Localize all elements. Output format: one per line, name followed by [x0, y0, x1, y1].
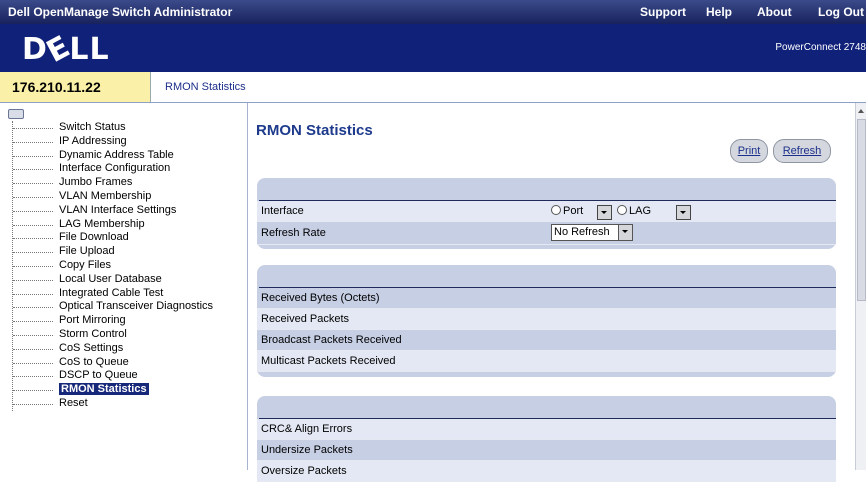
sidebar-item-vlan-membership[interactable]: VLAN Membership: [13, 190, 245, 204]
sidebar-item-integrated-cable-test[interactable]: Integrated Cable Test: [13, 287, 245, 301]
top-menu-bar: Dell OpenManage Switch Administrator Sup…: [0, 0, 866, 24]
interface-label: Interface: [261, 205, 304, 217]
scroll-up-icon[interactable]: [858, 109, 864, 113]
table-row: Oversize Packets: [257, 461, 836, 482]
navigation-tree: Switch Status IP Addressing Dynamic Addr…: [0, 103, 248, 470]
lag-select[interactable]: [676, 204, 691, 224]
sidebar-item-lag-membership[interactable]: LAG Membership: [13, 218, 245, 232]
sidebar-item-switch-status[interactable]: Switch Status: [13, 121, 245, 135]
error-stats-panel: CRC& Align Errors Undersize Packets Over…: [257, 396, 836, 482]
chevron-down-icon[interactable]: [676, 205, 691, 220]
sidebar-item-dscp-to-queue[interactable]: DSCP to Queue: [13, 369, 245, 383]
sidebar-item-jumbo-frames[interactable]: Jumbo Frames: [13, 176, 245, 190]
table-row: Undersize Packets: [257, 440, 836, 461]
sidebar-item-port-mirroring[interactable]: Port Mirroring: [13, 314, 245, 328]
refresh-rate-select[interactable]: No Refresh: [551, 224, 633, 241]
app-title: Dell OpenManage Switch Administrator: [8, 5, 233, 19]
port-radio[interactable]: [551, 205, 561, 215]
interface-row: Interface Port LAG: [257, 201, 836, 222]
sidebar-item-vlan-interface-settings[interactable]: VLAN Interface Settings: [13, 204, 245, 218]
sidebar-item-ip-addressing[interactable]: IP Addressing: [13, 135, 245, 149]
sidebar-item-local-user-database[interactable]: Local User Database: [13, 273, 245, 287]
sidebar-item-copy-files[interactable]: Copy Files: [13, 259, 245, 273]
dell-logo: DELL: [22, 29, 110, 70]
sidebar-item-optical-transceiver-diagnostics[interactable]: Optical Transceiver Diagnostics: [13, 300, 245, 314]
vertical-scrollbar[interactable]: [855, 103, 866, 470]
help-link[interactable]: Help: [706, 5, 732, 19]
chevron-down-icon[interactable]: [597, 205, 612, 220]
port-option[interactable]: Port: [551, 201, 583, 221]
lag-option[interactable]: LAG: [617, 201, 651, 221]
settings-panel: Interface Port LAG Refresh Rate No Refre…: [257, 178, 836, 249]
table-row: Received Packets: [257, 309, 836, 330]
tree-root-icon[interactable]: [8, 109, 24, 119]
about-link[interactable]: About: [757, 5, 792, 19]
sidebar-item-interface-configuration[interactable]: Interface Configuration: [13, 162, 245, 176]
main-content: RMON Statistics Print Refresh Interface …: [248, 103, 856, 482]
refresh-rate-label: Refresh Rate: [261, 227, 326, 239]
brand-bar: DELL PowerConnect 2748: [0, 24, 866, 72]
sidebar-item-file-download[interactable]: File Download: [13, 231, 245, 245]
table-row: Broadcast Packets Received: [257, 330, 836, 351]
logout-link[interactable]: Log Out: [818, 5, 864, 19]
chevron-down-icon[interactable]: [618, 225, 632, 240]
support-link[interactable]: Support: [640, 5, 686, 19]
device-ip: 176.210.11.22: [0, 72, 151, 102]
packet-stats-panel: Received Bytes (Octets) Received Packets…: [257, 265, 836, 377]
table-row: Multicast Packets Received: [257, 351, 836, 372]
address-bar: 176.210.11.22 RMON Statistics: [0, 72, 866, 103]
print-button[interactable]: Print: [730, 139, 768, 163]
sidebar-item-file-upload[interactable]: File Upload: [13, 245, 245, 259]
sidebar-item-storm-control[interactable]: Storm Control: [13, 328, 245, 342]
page-title: RMON Statistics: [256, 122, 373, 139]
sidebar-item-rmon-statistics[interactable]: RMON Statistics: [13, 383, 245, 397]
breadcrumb[interactable]: RMON Statistics: [165, 81, 246, 93]
port-select[interactable]: [597, 204, 612, 224]
tree-list: Switch Status IP Addressing Dynamic Addr…: [12, 121, 245, 411]
table-row: CRC& Align Errors: [257, 419, 836, 440]
sidebar-item-dynamic-address-table[interactable]: Dynamic Address Table: [13, 149, 245, 163]
refresh-button[interactable]: Refresh: [773, 139, 831, 163]
sidebar-item-cos-settings[interactable]: CoS Settings: [13, 342, 245, 356]
sidebar-item-cos-to-queue[interactable]: CoS to Queue: [13, 356, 245, 370]
table-row: Received Bytes (Octets): [257, 288, 836, 309]
sidebar-item-reset[interactable]: Reset: [13, 397, 245, 411]
product-name: PowerConnect 2748: [775, 42, 866, 53]
scroll-thumb[interactable]: [857, 119, 866, 301]
refresh-rate-row: Refresh Rate No Refresh: [257, 222, 836, 245]
lag-radio[interactable]: [617, 205, 627, 215]
